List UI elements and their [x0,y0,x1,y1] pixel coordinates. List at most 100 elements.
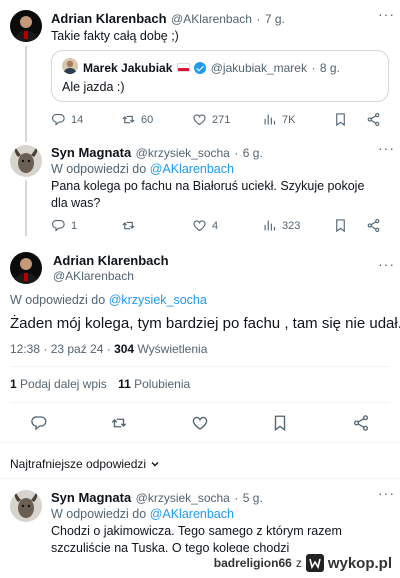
separator: · [311,61,316,75]
avatar-image [14,258,38,284]
divider [10,402,390,403]
chevron-down-icon [151,462,159,467]
author-name[interactable]: Adrian Klarenbach [53,253,169,268]
bookmark-icon [333,218,348,233]
share-icon [352,414,370,432]
likes-stat[interactable]: 11 Polubienia [118,377,190,391]
timestamp[interactable]: 7 g. [265,12,285,26]
watermark-connector: z [295,556,302,570]
separator: · [234,146,239,160]
reposts-count: 1 [10,377,17,391]
author-name[interactable]: Adrian Klarenbach [51,11,167,26]
poland-flag-icon [176,63,190,73]
more-icon[interactable]: ··· [378,6,395,22]
author-handle[interactable]: @krzysiek_socha [136,146,230,160]
reply-count: 1 [71,219,78,232]
tweet-meta: 12:38 · 23 paź 24 · 304 Wyświetlenia [10,342,207,356]
timestamp: 8 g. [319,61,340,75]
verified-icon [194,61,207,74]
reply-context: W odpowiedzi do @krzysiek_socha [10,292,207,309]
author-handle[interactable]: @AKlarenbach [171,12,252,26]
share-icon [366,218,381,233]
avatar[interactable] [10,145,42,177]
repost-icon [121,112,136,127]
reply-button[interactable]: 14 [51,112,83,127]
bookmark-button[interactable] [271,414,289,432]
more-icon[interactable]: ··· [378,256,395,272]
bookmark-icon [271,414,289,432]
reply-to-link[interactable]: @krzysiek_socha [109,293,207,307]
author-handle[interactable]: @AKlarenbach [53,269,134,283]
bookmark-icon [333,112,348,127]
tweet-header: Syn Magnata @krzysiek_socha · 5 g. [51,489,263,507]
separator: · [256,12,261,26]
watermark-site: wykop.pl [327,554,392,572]
tweet-text: Takie fakty całą dobę ;) [51,29,179,43]
reply-prefix: W odpowiedzi do [51,507,147,521]
avatar-image [14,493,38,518]
repost-button[interactable] [121,218,141,233]
reply-icon [51,218,66,233]
avatar[interactable] [10,252,42,284]
reply-context: W odpowiedzi do @AKlarenbach [51,506,234,523]
quoted-header: Marek Jakubiak @jakubiak_marek · 8 g. [83,59,340,77]
tweet-text: Żaden mój kolega, tym bardziej po fachu … [10,315,400,332]
like-button[interactable]: 4 [192,218,218,233]
quoted-tweet[interactable]: Marek Jakubiak @jakubiak_marek · 8 g. Al… [51,50,389,102]
quoted-text: Ale jazda :) [62,80,125,94]
more-icon[interactable]: ··· [378,140,395,156]
sort-label: Najtrafniejsze odpowiedzi [10,457,147,471]
reposts-stat[interactable]: 1 Podaj dalej wpis [10,377,110,391]
repost-button[interactable]: 60 [121,112,153,127]
views-count: 304 [114,342,135,356]
tweet-header: Syn Magnata @krzysiek_socha · 6 g. [51,144,263,162]
divider [0,442,400,443]
reply-context: W odpowiedzi do @AKlarenbach [51,161,234,178]
heart-icon [191,414,209,432]
like-button[interactable]: 271 [192,112,230,127]
share-button[interactable] [366,112,381,127]
reply-prefix: W odpowiedzi do [10,293,106,307]
views-button[interactable]: 7K [262,112,295,127]
views-count: 7K [282,113,296,126]
share-button[interactable] [352,414,370,432]
views-icon [262,218,277,233]
views-icon [262,112,277,127]
reply-button[interactable]: 1 [51,218,77,233]
author-name[interactable]: Syn Magnata [51,490,131,505]
avatar-image [14,148,38,173]
author-name: Marek Jakubiak [83,61,173,75]
like-button[interactable] [191,414,209,432]
wykop-watermark: badreligion66 z wykop.pl [209,552,396,574]
share-button[interactable] [366,218,381,233]
avatar [62,58,78,74]
divider [0,478,400,479]
avatar[interactable] [10,490,42,522]
timestamp[interactable]: 5 g. [243,491,263,505]
author-handle[interactable]: @krzysiek_socha [136,491,230,505]
tweet-text: Pana kolega po fachu na Białoruś uciekł.… [51,179,365,210]
avatar[interactable] [10,10,42,42]
thread-connector [25,46,27,142]
watermark-user: badreligion66 [213,556,292,570]
reply-icon [51,112,66,127]
timestamp[interactable]: 6 g. [243,146,263,160]
heart-icon [192,218,207,233]
reply-to-link[interactable]: @AKlarenbach [150,507,234,521]
like-count: 271 [212,113,231,126]
divider [10,366,390,367]
bookmark-button[interactable] [333,218,348,233]
repost-button[interactable] [110,414,128,432]
views-label: Wyświetlenia [137,342,208,356]
author-name[interactable]: Syn Magnata [51,145,131,160]
sort-replies-dropdown[interactable]: Najtrafniejsze odpowiedzi [10,457,160,471]
reply-to-link[interactable]: @AKlarenbach [150,162,234,176]
bookmark-button[interactable] [333,112,348,127]
reply-button[interactable] [30,414,48,432]
more-icon[interactable]: ··· [378,485,395,501]
tweet-header: Adrian Klarenbach @AKlarenbach · 7 g. [51,10,285,28]
reply-count: 14 [71,113,84,126]
reply-icon [30,414,48,432]
timestamp[interactable]: 12:38 · 23 paź 24 · [10,342,111,356]
views-button[interactable]: 323 [262,218,300,233]
